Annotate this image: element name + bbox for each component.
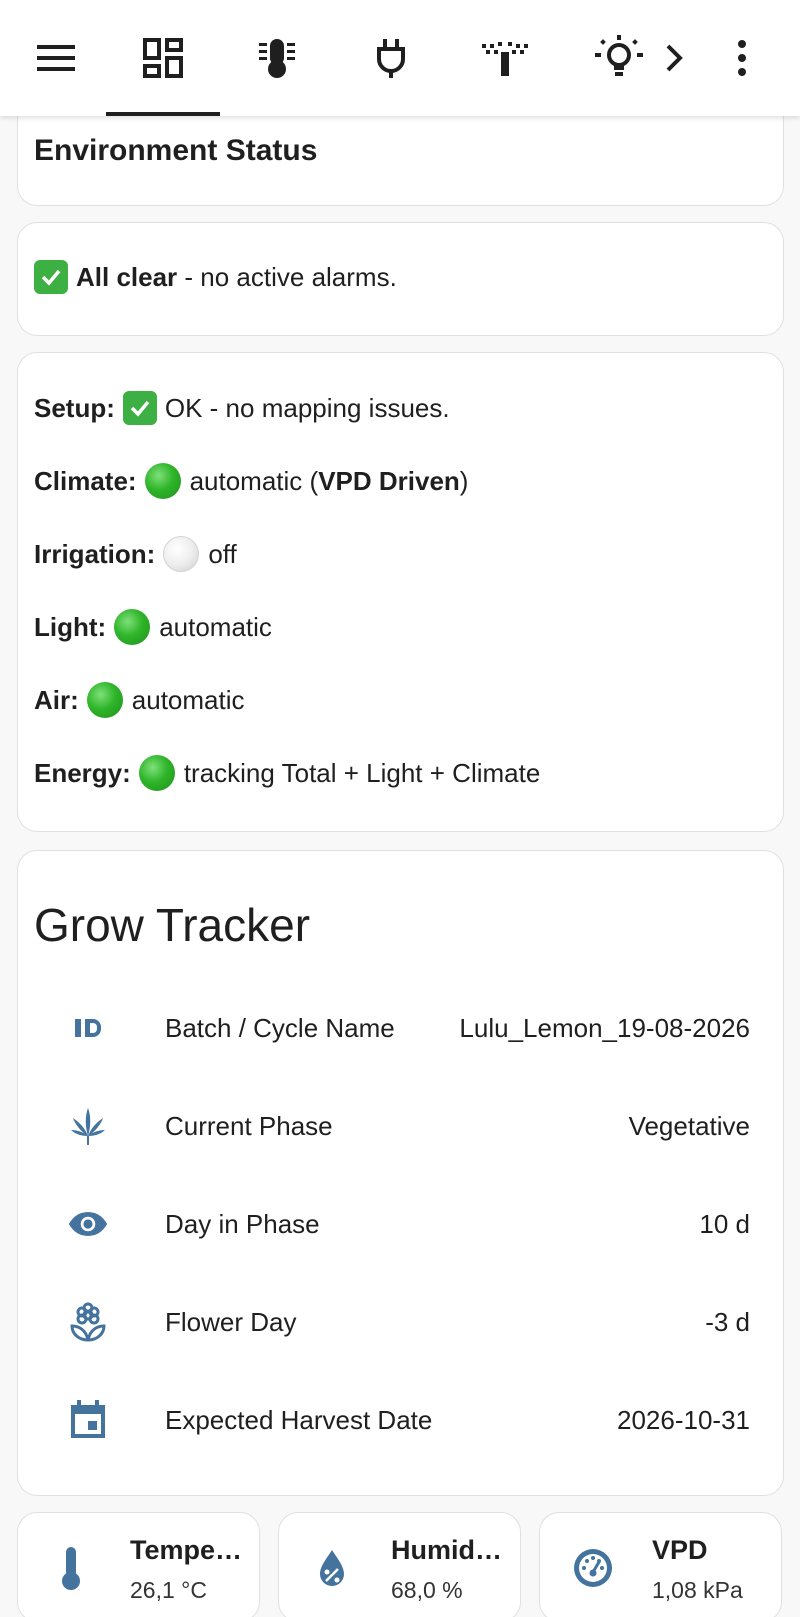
air-label: Air: xyxy=(34,684,79,715)
setup-text: OK - no mapping issues. xyxy=(164,392,450,423)
energy-text: tracking Total + Light + Climate xyxy=(183,757,541,788)
temperature-name: Tempe… xyxy=(130,1535,243,1565)
thermometer-icon xyxy=(46,1543,96,1593)
power-plug-icon xyxy=(377,39,405,78)
irrigation-label: Irrigation: xyxy=(34,538,156,569)
check-mark-icon xyxy=(34,260,68,294)
more-vertical-icon xyxy=(738,40,746,76)
overflow-menu-button[interactable] xyxy=(714,0,770,116)
irrigation-icon xyxy=(482,42,528,76)
day-in-phase-label: Day in Phase xyxy=(165,1208,320,1239)
tab-irrigation[interactable] xyxy=(448,0,562,116)
flower-day-label: Flower Day xyxy=(165,1306,297,1337)
status-line-irrigation: Irrigation: off xyxy=(34,536,237,572)
status-line-energy: Energy: tracking Total + Light + Climate xyxy=(34,755,540,791)
climate-text-end: ) xyxy=(459,465,469,496)
status-line-air: Air: automatic xyxy=(34,682,245,718)
menu-icon xyxy=(37,45,75,71)
scroll-tabs-right-button[interactable] xyxy=(648,0,700,116)
status-line-setup: Setup: OK - no mapping issues. xyxy=(34,391,450,425)
tab-climate[interactable] xyxy=(220,0,334,116)
green-circle-icon xyxy=(144,463,181,499)
day-in-phase-value: 10 d xyxy=(699,1208,750,1239)
green-circle-icon xyxy=(114,609,151,645)
top-app-bar xyxy=(0,0,800,116)
check-mark-icon xyxy=(122,391,157,425)
grow-tracker-title: Grow Tracker xyxy=(34,899,311,951)
batch-value: Lulu_Lemon_19-08-2026 xyxy=(459,1012,750,1043)
harvest-date-label: Expected Harvest Date xyxy=(165,1404,433,1435)
dashboard-icon xyxy=(143,38,183,78)
harvest-date-value: 2026-10-31 xyxy=(617,1404,750,1435)
temperature-value: 26,1 °C xyxy=(130,1577,207,1603)
grow-tracker-row-phase[interactable]: Current Phase Vegetative xyxy=(17,1096,784,1156)
active-tab-indicator xyxy=(106,112,220,116)
humidity-value: 68,0 % xyxy=(391,1577,463,1603)
status-line-light: Light: automatic xyxy=(34,609,272,645)
calendar-icon xyxy=(67,1399,109,1441)
menu-button[interactable] xyxy=(22,0,92,116)
lightbulb-icon xyxy=(595,35,643,76)
id-card-icon xyxy=(67,1007,109,1049)
cannabis-leaf-icon xyxy=(67,1105,109,1147)
irrigation-text: off xyxy=(208,538,237,569)
vpd-tile[interactable]: VPD 1,08 kPa xyxy=(539,1512,782,1617)
grow-tracker-row-flower-day[interactable]: Flower Day -3 d xyxy=(17,1292,784,1352)
humidity-tile[interactable]: Humid… 68,0 % xyxy=(278,1512,521,1617)
grow-tracker-row-day-in-phase[interactable]: Day in Phase 10 d xyxy=(17,1194,784,1254)
water-percent-icon xyxy=(307,1543,357,1593)
white-circle-icon xyxy=(163,536,200,572)
setup-label: Setup: xyxy=(34,392,115,423)
climate-text: automatic ( xyxy=(189,465,319,496)
flower-icon xyxy=(67,1301,109,1343)
light-text: automatic xyxy=(159,611,272,642)
phase-value: Vegetative xyxy=(628,1110,750,1141)
vpd-name: VPD xyxy=(652,1535,708,1565)
tab-dashboard[interactable] xyxy=(106,0,220,116)
thermometer-icon xyxy=(259,39,295,78)
alarms-status: All clear xyxy=(76,261,178,292)
phase-label: Current Phase xyxy=(165,1110,333,1141)
tab-power[interactable] xyxy=(334,0,448,116)
eye-icon xyxy=(67,1203,109,1245)
environment-status-title: Environment Status xyxy=(34,134,318,167)
humidity-name: Humid… xyxy=(391,1535,502,1565)
chevron-right-icon xyxy=(666,44,683,72)
energy-label: Energy: xyxy=(34,757,131,788)
light-label: Light: xyxy=(34,611,107,642)
temperature-tile[interactable]: Tempe… 26,1 °C xyxy=(17,1512,260,1617)
batch-label: Batch / Cycle Name xyxy=(165,1012,395,1043)
climate-label: Climate: xyxy=(34,465,137,496)
flower-day-value: -3 d xyxy=(705,1306,750,1337)
grow-tracker-row-harvest-date[interactable]: Expected Harvest Date 2026-10-31 xyxy=(17,1390,784,1450)
green-circle-icon xyxy=(86,682,123,718)
green-circle-icon xyxy=(138,755,175,791)
gauge-icon xyxy=(568,1543,618,1593)
climate-mode: VPD Driven xyxy=(318,465,460,496)
alarms-line: All clear - no active alarms. xyxy=(34,260,397,294)
status-line-climate: Climate: automatic (VPD Driven) xyxy=(34,463,468,499)
grow-tracker-row-batch[interactable]: Batch / Cycle Name Lulu_Lemon_19-08-2026 xyxy=(17,998,784,1058)
air-text: automatic xyxy=(131,684,245,715)
vpd-value: 1,08 kPa xyxy=(652,1577,743,1603)
alarms-text: - no active alarms. xyxy=(177,261,397,292)
